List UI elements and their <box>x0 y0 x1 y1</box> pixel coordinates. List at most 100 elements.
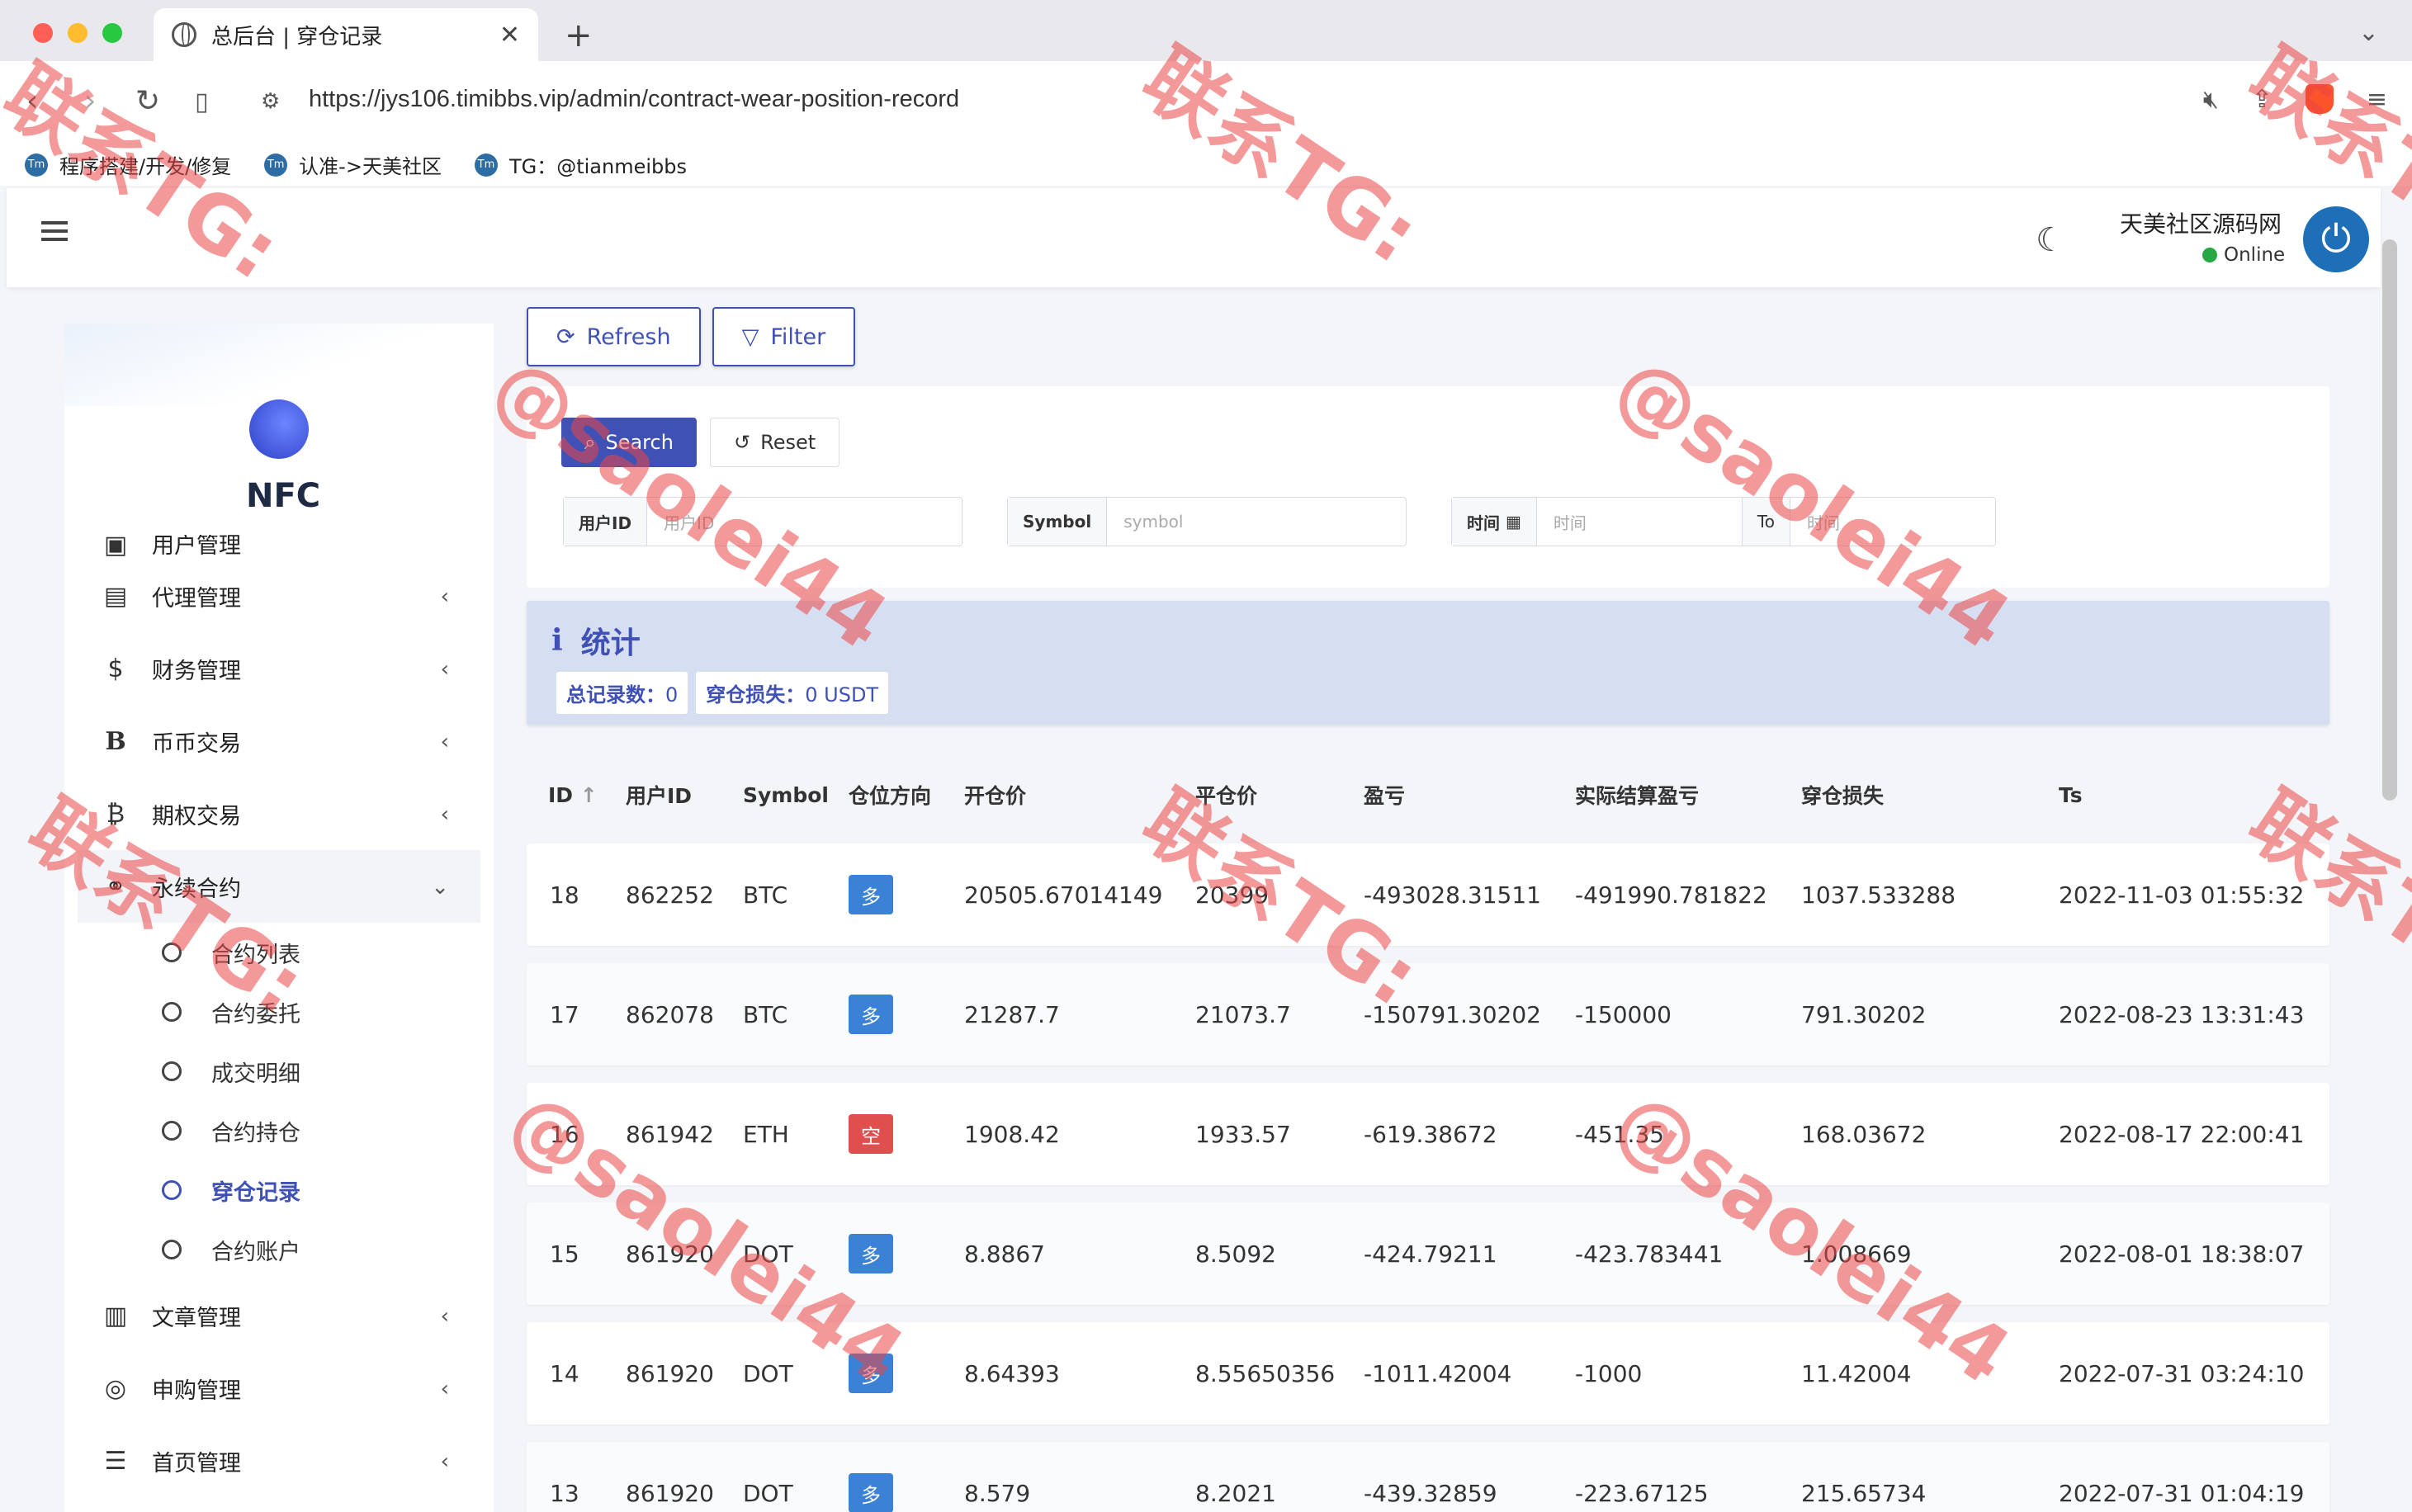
sidebar-item-articles[interactable]: ▥ 文章管理 ‹ <box>64 1279 494 1352</box>
browser-menu-icon[interactable]: ≡ <box>2367 85 2387 114</box>
hamburger-menu-icon[interactable] <box>41 221 68 241</box>
table-row[interactable]: 17 862078 BTC 多 21287.7 21073.7 -150791.30202 -… <box>527 963 2329 1065</box>
chevron-left-icon: ‹ <box>440 1304 449 1329</box>
symbol-input[interactable]: symbol <box>1107 498 1406 546</box>
sidebar-item-users[interactable]: ▣ 用户管理 <box>64 535 494 560</box>
filter-button[interactable]: ▽ Filter <box>712 307 856 366</box>
sidebar-item-subscription[interactable]: ◎ 申购管理 ‹ <box>64 1352 494 1425</box>
user-id-field: 用户ID 用户ID <box>563 497 962 546</box>
cell-user-id: 861942 <box>626 1120 714 1148</box>
cell-direction: 多 <box>849 995 893 1034</box>
cell-loss: 215.65734 <box>1801 1479 1927 1507</box>
site-name: 天美社区源码网 <box>2120 210 2282 238</box>
stats-panel: i 统计 总记录数：0 穿仓损失：0 USDT <box>527 601 2329 725</box>
table-row[interactable]: 15 861920 DOT 多 8.8867 8.5092 -424.79211 -423.7… <box>527 1203 2329 1305</box>
column-header-close-price: 平仓价 <box>1195 784 1258 808</box>
cell-id: 18 <box>550 881 579 909</box>
cell-pnl: -150791.30202 <box>1364 1000 1541 1028</box>
minimize-window-button[interactable] <box>68 23 87 43</box>
chevron-left-icon: ‹ <box>440 730 449 754</box>
cell-close-price: 20399 <box>1195 881 1270 909</box>
cell-id: 17 <box>550 1000 579 1028</box>
table-row[interactable]: 18 862252 BTC 多 20505.67014149 20399 -493028.3… <box>527 843 2329 946</box>
bitcoin-b-icon: B <box>105 726 126 756</box>
tab-title: 总后台 | 穿仓记录 <box>211 24 383 50</box>
cell-open-price: 21287.7 <box>964 1000 1060 1028</box>
column-header-id[interactable]: ID ↑ <box>548 783 598 807</box>
new-tab-button[interactable]: + <box>565 17 593 54</box>
submenu-item-trade-details[interactable]: 成交明细 <box>64 1042 494 1101</box>
agent-card-icon: ▤ <box>103 581 128 611</box>
site-settings-icon[interactable]: ⚙ <box>261 89 280 114</box>
sidebar-item-homepage[interactable]: ☰ 首页管理 ‹ <box>64 1425 494 1497</box>
time-from-input[interactable]: 时间 <box>1537 498 1742 546</box>
column-header-ts: Ts <box>2059 782 2083 807</box>
back-icon[interactable]: ‹ <box>26 84 38 118</box>
time-to-input[interactable]: 时间 <box>1790 498 1995 546</box>
sort-arrow-up-icon[interactable]: ↑ <box>580 783 598 807</box>
cell-close-price: 1933.57 <box>1195 1120 1291 1148</box>
forward-icon[interactable]: › <box>84 84 96 118</box>
table-row[interactable]: 13 861920 DOT 多 8.579 8.2021 -439.32859 -223.67… <box>527 1442 2329 1512</box>
power-avatar-icon[interactable]: ⏻ <box>2303 206 2369 272</box>
submenu-item-positions[interactable]: 合约持仓 <box>64 1101 494 1160</box>
reload-icon[interactable]: ↻ <box>135 84 160 118</box>
cell-real-pnl: -1000 <box>1575 1359 1643 1387</box>
sidebar-item-perpetual[interactable]: ⚭ 永续合约 ⌄ <box>78 850 480 923</box>
cell-ts: 2022-08-17 22:00:41 <box>2059 1120 2305 1148</box>
circle-icon <box>162 1240 182 1259</box>
cell-direction: 多 <box>849 875 893 914</box>
submenu-item-liquidation-records[interactable]: 穿仓记录 <box>64 1160 494 1220</box>
cell-ts: 2022-07-31 01:04:19 <box>2059 1479 2305 1507</box>
maximize-window-button[interactable] <box>102 23 122 43</box>
submenu-label: 合约持仓 <box>211 1120 300 1146</box>
cell-close-price: 8.2021 <box>1195 1479 1276 1507</box>
user-id-input[interactable]: 用户ID <box>647 498 962 546</box>
stats-title: i 统计 <box>551 619 641 662</box>
scrollbar[interactable] <box>2382 239 2397 801</box>
reset-button[interactable]: ↺ Reset <box>710 418 840 467</box>
cell-real-pnl: -423.783441 <box>1575 1240 1724 1268</box>
share-icon[interactable]: ⇪ <box>2252 85 2272 114</box>
symbol-field: Symbol symbol <box>1007 497 1407 546</box>
globe-icon <box>172 22 196 47</box>
close-window-button[interactable] <box>33 23 53 43</box>
cell-id: 14 <box>550 1359 579 1387</box>
refresh-icon: ⟳ <box>556 324 575 350</box>
bookmark-item[interactable]: Tm TG：@tianmeibbs <box>474 150 687 179</box>
tm-icon: Tm <box>474 153 498 177</box>
mute-icon[interactable]: 🔇︎ <box>2203 85 2219 114</box>
url-input[interactable]: https://jys106.timibbs.vip/admin/contrac… <box>309 86 959 113</box>
dark-mode-moon-icon[interactable]: ☾ <box>2036 221 2065 259</box>
bookmark-item[interactable]: Tm 程序搭建/开发/修复 <box>25 150 231 179</box>
sidebar-item-label: 永续合约 <box>152 876 241 902</box>
sidebar-wave-decoration <box>64 324 494 406</box>
sidebar-item-spot[interactable]: B 币币交易 ‹ <box>64 705 494 777</box>
tab-list-chevron-icon[interactable]: ⌄ <box>2358 18 2379 47</box>
tm-icon: Tm <box>25 153 48 177</box>
submenu-item-contract-list[interactable]: 合约列表 <box>64 923 494 982</box>
online-status: Online <box>2202 244 2285 266</box>
search-button[interactable]: ⌕ Search <box>561 418 697 467</box>
tm-icon: Tm <box>264 153 288 177</box>
bookmark-item[interactable]: Tm 认准->天美社区 <box>264 150 442 179</box>
bookmark-icon[interactable]: ▯ <box>195 87 209 116</box>
column-header-real-pnl: 实际结算盈亏 <box>1575 784 1700 808</box>
brave-shield-icon[interactable] <box>2305 84 2334 114</box>
sidebar-item-finance[interactable]: $ 财务管理 ‹ <box>64 632 494 705</box>
loss-label: 穿仓损失： <box>706 683 806 706</box>
table-row[interactable]: 16 861942 ETH 空 1908.42 1933.57 -619.38672 -451… <box>527 1083 2329 1185</box>
cell-loss: 1.008669 <box>1801 1240 1912 1268</box>
search-panel: ⌕ Search ↺ Reset 用户ID 用户ID Symbol symbol 时… <box>527 386 2329 588</box>
logo-text: NFC <box>246 477 321 515</box>
sidebar-item-options[interactable]: ₿ 期权交易 ‹ <box>64 777 494 850</box>
submenu-item-contract-accounts[interactable]: 合约账户 <box>64 1220 494 1279</box>
cell-loss: 168.03672 <box>1801 1120 1927 1148</box>
submenu-item-contract-orders[interactable]: 合约委托 <box>64 982 494 1042</box>
refresh-button[interactable]: ⟳ Refresh <box>527 307 701 366</box>
table-row[interactable]: 14 861920 DOT 多 8.64393 8.55650356 -1011.42004… <box>527 1322 2329 1425</box>
sidebar-item-agent[interactable]: ▤ 代理管理 ‹ <box>64 560 494 632</box>
loss-value: 0 USDT <box>805 683 879 706</box>
close-tab-icon[interactable]: ✕ <box>499 21 520 50</box>
browser-tab[interactable]: 总后台 | 穿仓记录 ✕ <box>154 8 538 61</box>
